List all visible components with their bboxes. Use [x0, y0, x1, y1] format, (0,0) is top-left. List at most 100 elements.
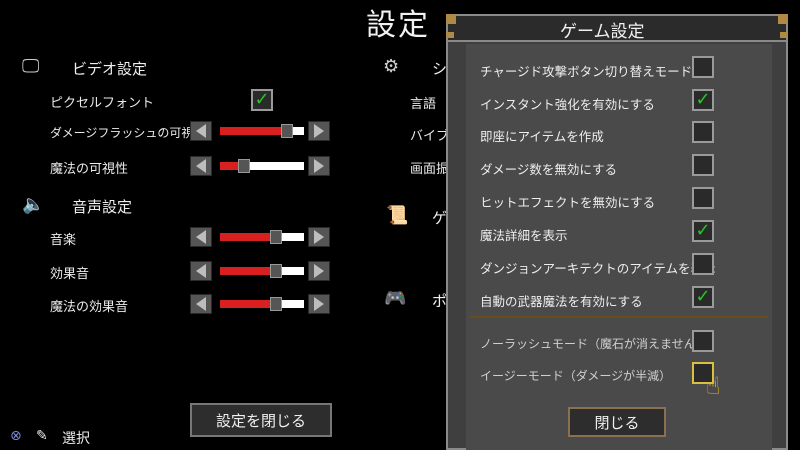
music-increase-button[interactable] — [308, 227, 330, 247]
hand-cursor-icon: ☝ — [706, 372, 721, 400]
option-row[interactable]: イージーモード（ダメージが半減） — [466, 362, 772, 388]
check-icon: ✓ — [695, 286, 711, 307]
dialog-close-button[interactable]: 閉じる — [568, 407, 666, 437]
arrow-left-icon — [196, 159, 206, 173]
check-icon: ✓ — [695, 89, 711, 110]
option-label: ダメージ数を無効にする — [480, 162, 618, 177]
option-row[interactable]: ダメージ数を無効にする — [466, 154, 772, 180]
arrow-left-icon — [196, 297, 206, 311]
option-checkbox[interactable] — [692, 253, 714, 275]
slider-knob[interactable] — [238, 159, 250, 173]
slider-knob[interactable] — [270, 264, 282, 278]
divider — [470, 316, 768, 318]
gamepad-icon: 🎮 — [384, 288, 407, 309]
magic-sfx-slider[interactable] — [220, 297, 304, 311]
magic-visibility-increase-button[interactable] — [308, 156, 330, 176]
option-row[interactable]: ノーラッシュモード（魔石が消えません） — [466, 330, 772, 356]
game-settings-heading: ゲ — [432, 209, 448, 227]
damage-flash-decrease-button[interactable] — [190, 121, 212, 141]
arrow-left-icon — [196, 264, 206, 278]
sfx-decrease-button[interactable] — [190, 261, 212, 281]
magic-visibility-decrease-button[interactable] — [190, 156, 212, 176]
option-label: 魔法詳細を表示 — [480, 228, 568, 243]
corner-ornament — [778, 14, 788, 24]
option-checkbox[interactable] — [692, 187, 714, 209]
option-checkbox[interactable] — [692, 56, 714, 78]
slider-fill — [220, 127, 287, 135]
music-slider[interactable] — [220, 230, 304, 244]
corner-ornament — [446, 32, 454, 38]
option-row[interactable]: インスタント強化を有効にする ✓ — [466, 89, 772, 115]
arrow-left-icon — [196, 230, 206, 244]
slider-fill — [220, 267, 276, 275]
sfx-label: 効果音 — [50, 267, 90, 282]
vibration-label: バイブ — [410, 129, 450, 144]
arrow-right-icon — [314, 297, 324, 311]
option-row[interactable]: ダンジョンアーキテクトのアイテムを表示 — [466, 253, 772, 279]
option-row[interactable]: 即座にアイテムを作成 — [466, 121, 772, 147]
monitor-icon: 🖵 — [22, 56, 40, 77]
pen-icon: ✎ — [36, 428, 48, 444]
slider-fill — [220, 300, 276, 308]
option-label: ダンジョンアーキテクトのアイテムを表示 — [480, 261, 716, 276]
option-label: 即座にアイテムを作成 — [480, 129, 604, 144]
cross-button-icon: ⊗ — [10, 428, 22, 444]
magic-visibility-label: 魔法の可視性 — [50, 162, 129, 177]
option-checkbox[interactable]: ✓ — [692, 286, 714, 308]
language-label: 言語 — [410, 97, 437, 112]
video-settings-heading: ビデオ設定 — [72, 60, 148, 78]
gear-icon: ⚙ — [383, 56, 400, 77]
corner-ornament — [780, 32, 788, 38]
audio-settings-heading: 音声設定 — [72, 198, 133, 216]
page-title: 設定 — [366, 8, 430, 43]
damage-flash-increase-button[interactable] — [308, 121, 330, 141]
slider-knob[interactable] — [281, 124, 293, 138]
arrow-right-icon — [314, 159, 324, 173]
system-settings-heading: シ — [432, 60, 448, 78]
select-hint: 選択 — [62, 431, 90, 447]
option-label: ノーラッシュモード（魔石が消えません） — [480, 337, 708, 351]
option-row[interactable]: 自動の武器魔法を有効にする ✓ — [466, 286, 772, 312]
option-label: チャージド攻撃ボタン切り替えモード — [480, 64, 693, 79]
option-label: 自動の武器魔法を有効にする — [480, 294, 643, 309]
music-label: 音楽 — [50, 233, 77, 248]
pixel-font-checkbox[interactable]: ✓ — [251, 89, 273, 111]
magic-visibility-slider[interactable] — [220, 159, 304, 173]
option-row[interactable]: 魔法詳細を表示 ✓ — [466, 220, 772, 246]
scroll-icon: 📜 — [386, 205, 409, 226]
option-row[interactable]: ヒットエフェクトを無効にする — [466, 187, 772, 213]
dialog-title: ゲーム設定 — [560, 22, 645, 42]
option-checkbox[interactable] — [692, 121, 714, 143]
option-checkbox[interactable] — [692, 330, 714, 352]
magic-sfx-label: 魔法の効果音 — [50, 300, 129, 315]
option-checkbox[interactable]: ✓ — [692, 220, 714, 242]
damage-flash-slider[interactable] — [220, 124, 304, 138]
option-checkbox[interactable]: ✓ — [692, 89, 714, 111]
option-label: インスタント強化を有効にする — [480, 97, 655, 112]
controller-settings-heading: ポ — [432, 292, 448, 310]
arrow-right-icon — [314, 124, 324, 138]
arrow-right-icon — [314, 264, 324, 278]
corner-ornament — [446, 14, 456, 24]
damage-flash-label: ダメージフラッシュの可視性 — [50, 126, 206, 140]
option-row[interactable]: チャージド攻撃ボタン切り替えモード — [466, 56, 772, 82]
magic-sfx-decrease-button[interactable] — [190, 294, 212, 314]
arrow-right-icon — [314, 230, 324, 244]
option-label: ヒットエフェクトを無効にする — [480, 195, 656, 210]
screen-shake-label: 画面振 — [410, 162, 450, 177]
magic-sfx-increase-button[interactable] — [308, 294, 330, 314]
check-icon: ✓ — [695, 220, 711, 241]
close-settings-button[interactable]: 設定を閉じる — [190, 403, 332, 437]
sfx-slider[interactable] — [220, 264, 304, 278]
slider-knob[interactable] — [270, 297, 282, 311]
slider-knob[interactable] — [270, 230, 282, 244]
option-checkbox[interactable] — [692, 154, 714, 176]
pixel-font-label: ピクセルフォント — [50, 96, 155, 111]
check-icon: ✓ — [254, 89, 270, 110]
music-decrease-button[interactable] — [190, 227, 212, 247]
sfx-increase-button[interactable] — [308, 261, 330, 281]
speaker-icon: 🔈 — [22, 194, 45, 215]
slider-fill — [220, 233, 276, 241]
option-label: イージーモード（ダメージが半減） — [480, 369, 672, 383]
arrow-left-icon — [196, 124, 206, 138]
